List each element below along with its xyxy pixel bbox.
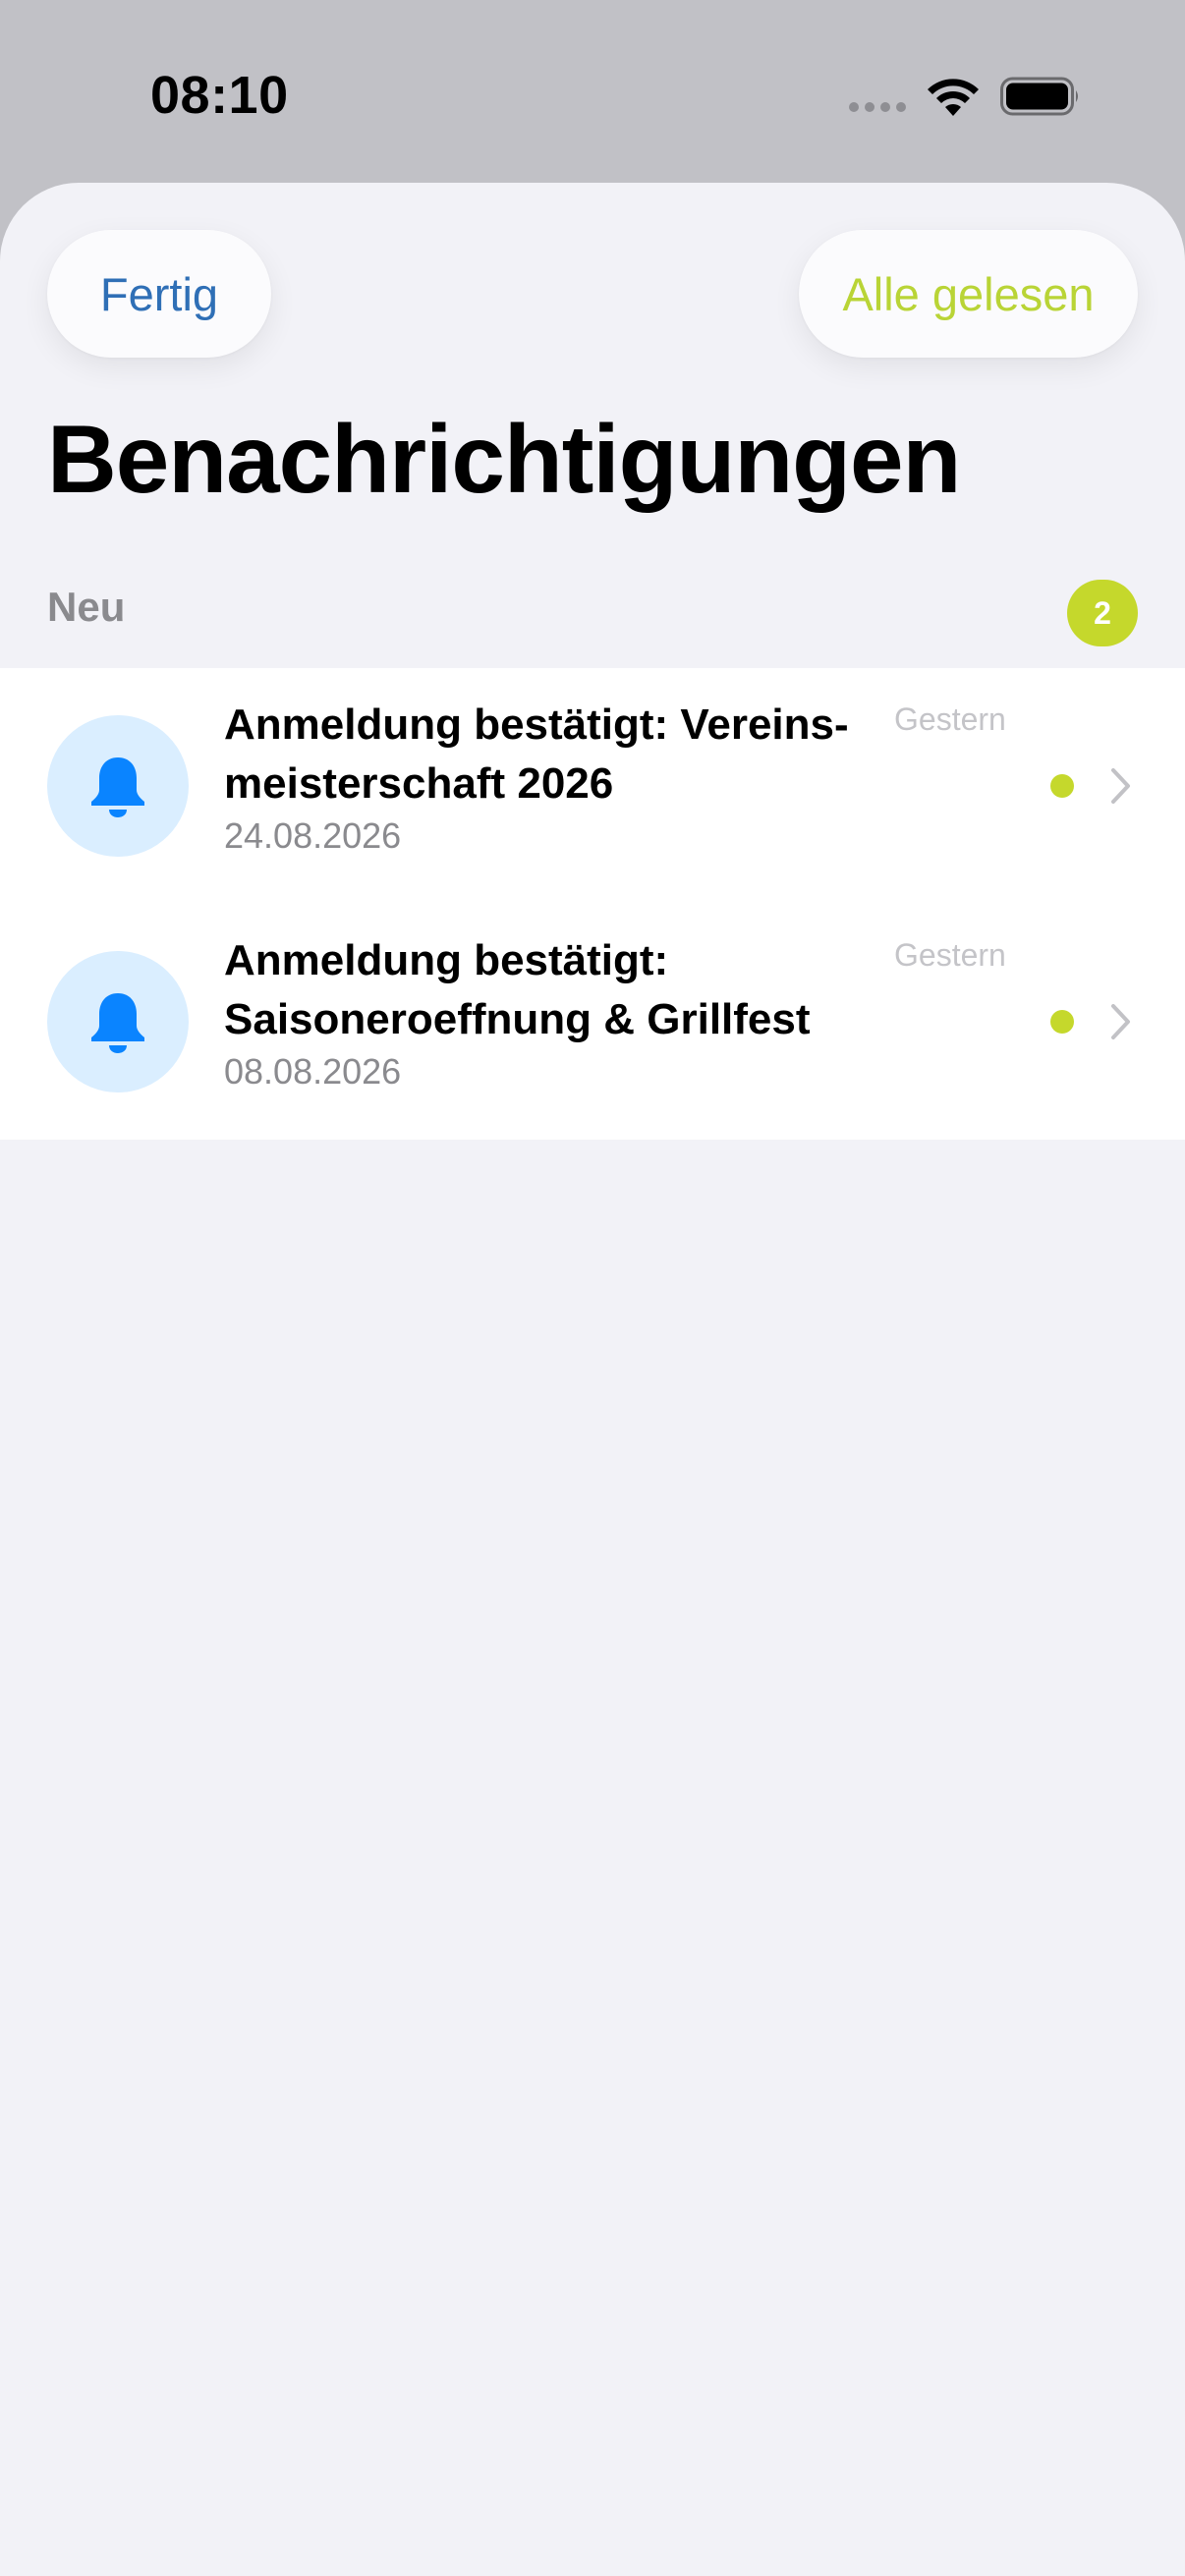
notification-title: Anmeldung bestätigt: Vereins-meisterscha… bbox=[224, 700, 849, 808]
wifi-icon bbox=[928, 79, 979, 116]
status-time: 08:10 bbox=[150, 66, 289, 125]
notification-icon-container bbox=[47, 715, 189, 857]
unread-indicator bbox=[1050, 774, 1074, 798]
notifications-sheet: Fertig Alle gelesen Benachrichtigungen N… bbox=[0, 183, 1185, 2576]
notification-row[interactable]: Anmeldung bestätigt: Saisoneroeffnung & … bbox=[0, 904, 1185, 1140]
notification-date: 24.08.2026 bbox=[224, 815, 402, 856]
notification-relative-time: Gestern bbox=[894, 937, 1006, 973]
unread-count-badge: 2 bbox=[1067, 580, 1138, 646]
page-title: Benachrichtigungen bbox=[47, 405, 961, 513]
notification-icon-container bbox=[47, 951, 189, 1092]
section-header-new: Neu bbox=[47, 584, 126, 630]
notification-list: Anmeldung bestätigt: Vereins-meisterscha… bbox=[0, 668, 1185, 1140]
unread-indicator bbox=[1050, 1010, 1074, 1034]
battery-icon bbox=[1000, 77, 1078, 116]
notification-title: Anmeldung bestätigt: Saisoneroeffnung & … bbox=[224, 936, 811, 1043]
status-bar: 08:10 bbox=[0, 0, 1185, 183]
chevron-right-icon bbox=[1111, 768, 1130, 804]
bell-icon bbox=[91, 757, 144, 817]
notification-relative-time: Gestern bbox=[894, 701, 1006, 737]
mark-all-read-button[interactable]: Alle gelesen bbox=[799, 230, 1138, 358]
notification-date: 08.08.2026 bbox=[224, 1051, 402, 1092]
notification-row[interactable]: Anmeldung bestätigt: Vereins-meisterscha… bbox=[0, 668, 1185, 904]
bell-icon bbox=[91, 993, 144, 1053]
cellular-signal-icon bbox=[849, 102, 906, 112]
done-button[interactable]: Fertig bbox=[47, 230, 271, 358]
chevron-right-icon bbox=[1111, 1004, 1130, 1039]
